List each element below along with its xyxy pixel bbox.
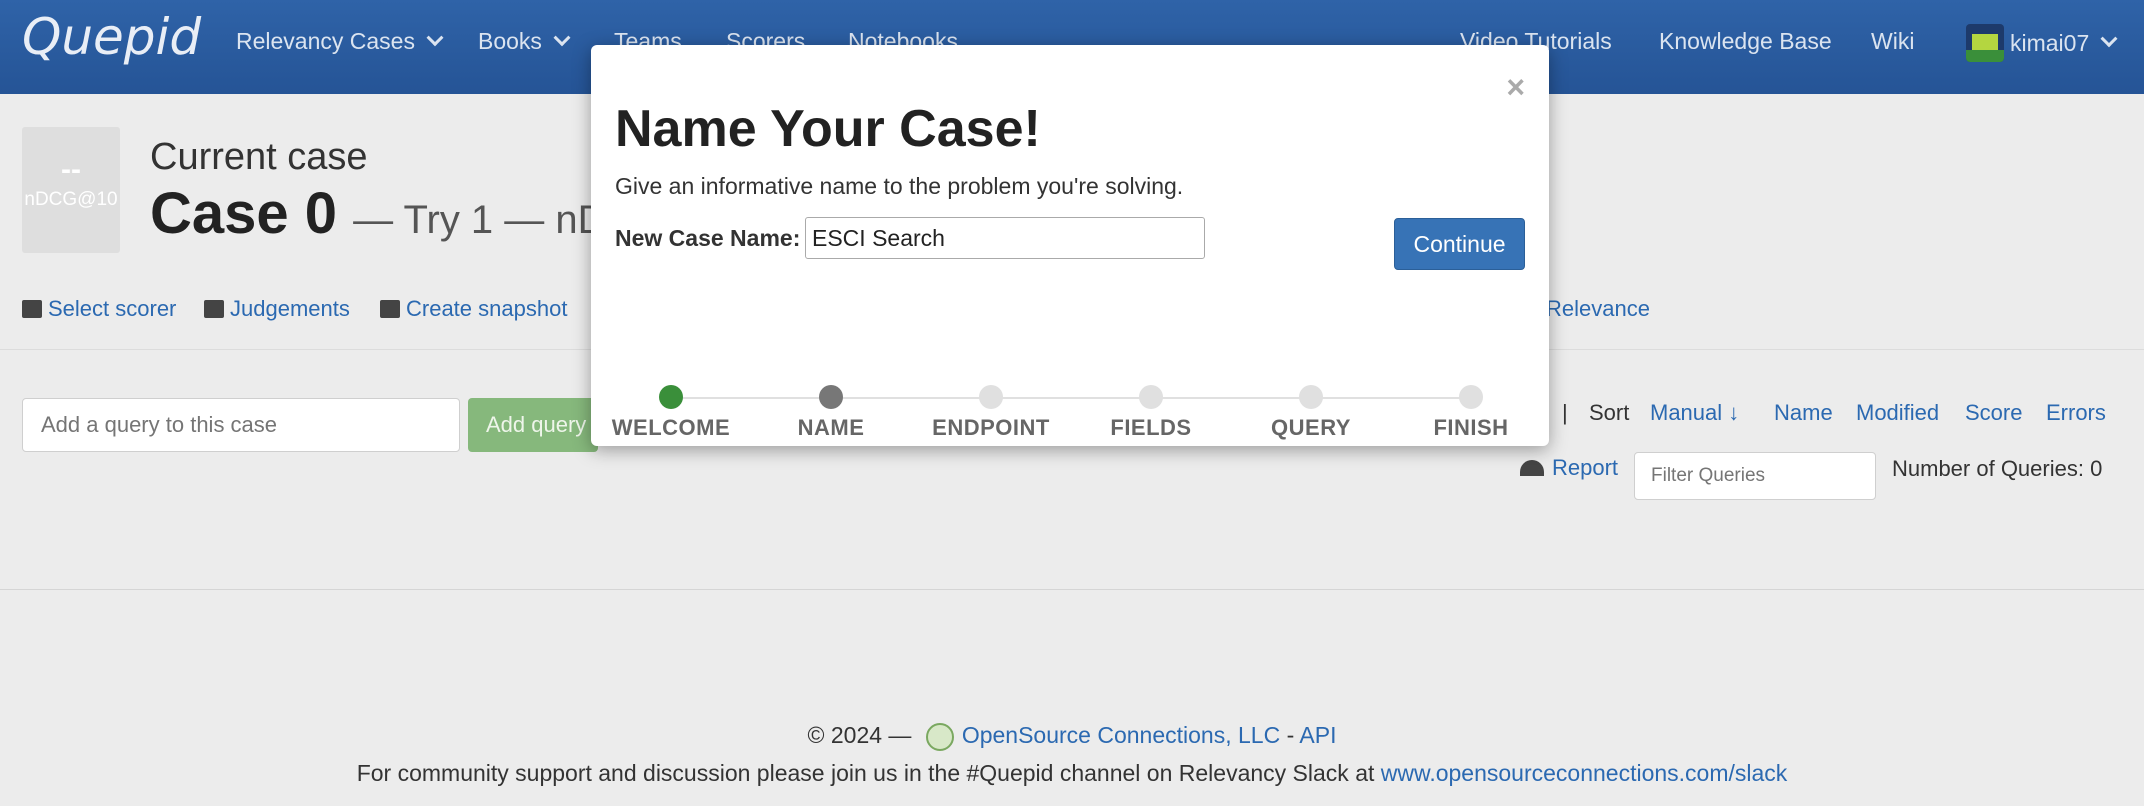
step-dot [659, 385, 683, 409]
step-query: QUERY [1231, 385, 1391, 441]
step-endpoint: ENDPOINT [911, 385, 1071, 441]
step-label: ENDPOINT [932, 415, 1050, 440]
step-dot [1299, 385, 1323, 409]
step-name: NAME [751, 385, 911, 441]
step-dot [1459, 385, 1483, 409]
name-case-modal: × Name Your Case! Give an informative na… [591, 45, 1549, 446]
step-dot [979, 385, 1003, 409]
continue-button[interactable]: Continue [1394, 218, 1525, 270]
step-label: WELCOME [611, 415, 731, 440]
modal-title: Name Your Case! [615, 100, 1041, 158]
step-welcome: WELCOME [591, 385, 751, 441]
case-name-label: New Case Name: [615, 225, 801, 251]
step-fields: FIELDS [1071, 385, 1231, 441]
step-dot [1139, 385, 1163, 409]
modal-description: Give an informative name to the problem … [615, 173, 1184, 199]
close-icon[interactable]: × [1506, 71, 1525, 103]
step-finish: FINISH [1391, 385, 1551, 441]
step-label: QUERY [1271, 415, 1351, 440]
wizard-steps: WELCOME NAME ENDPOINT FIELDS QUERY FINIS… [591, 385, 1549, 445]
step-label: FIELDS [1110, 415, 1192, 440]
case-name-input[interactable] [805, 217, 1205, 259]
modal-backdrop: × Name Your Case! Give an informative na… [0, 0, 2144, 806]
step-label: NAME [797, 415, 865, 440]
step-dot [819, 385, 843, 409]
step-label: FINISH [1433, 415, 1509, 440]
